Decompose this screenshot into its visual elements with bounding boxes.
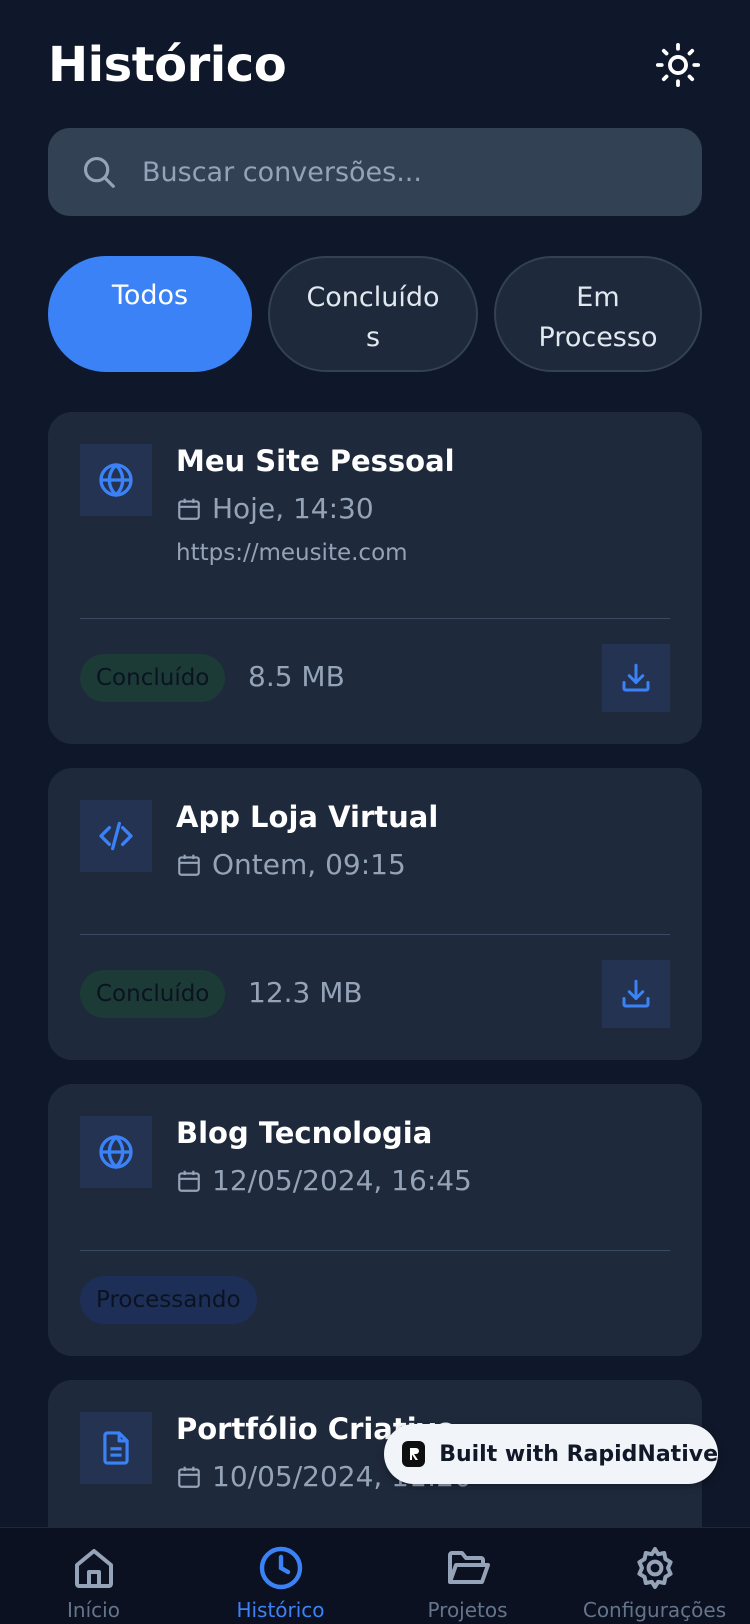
folder-icon: [447, 1551, 490, 1584]
history-card[interactable]: Meu Site Pessoal Hoje, 14:30 https://meu…: [48, 412, 702, 744]
filter-chip-label: Todos: [111, 280, 189, 311]
card-date-text: Ontem, 09:15: [212, 848, 406, 881]
status-badge: Concluído: [80, 970, 226, 1018]
filter-chips: Todos Concluído s Em Processo: [48, 256, 702, 372]
tab-label: Início: [67, 1598, 120, 1622]
built-with-text: Built with RapidNative: [439, 1441, 718, 1467]
home-icon: [74, 1549, 113, 1588]
bottom-tab-bar: Início Histórico Projetos Configurações: [0, 1527, 750, 1624]
gear-icon: [636, 1547, 673, 1589]
search-bar[interactable]: [48, 128, 702, 216]
tab-projetos[interactable]: Projetos: [374, 1528, 561, 1624]
card-date: Hoje, 14:30: [176, 492, 374, 525]
card-url: https://meusite.com: [176, 540, 408, 566]
tab-label: Histórico: [236, 1598, 325, 1622]
download-icon: [622, 663, 650, 692]
calendar-icon: [176, 1168, 202, 1194]
card-divider: [80, 934, 670, 935]
history-card[interactable]: Blog Tecnologia 12/05/2024, 16:45 Proces…: [48, 1084, 702, 1356]
clock-icon: [259, 1546, 302, 1590]
card-date: 12/05/2024, 16:45: [176, 1164, 472, 1197]
tab-historico[interactable]: Histórico: [187, 1528, 374, 1624]
card-title: Meu Site Pessoal: [176, 444, 455, 478]
document-icon: [103, 1431, 129, 1465]
calendar-icon: [176, 852, 202, 878]
code-icon: [99, 821, 133, 851]
filter-chip-concluidos[interactable]: Concluído s: [268, 256, 478, 372]
history-card[interactable]: App Loja Virtual Ontem, 09:15 Concluído …: [48, 768, 702, 1060]
status-badge: Processando: [80, 1276, 257, 1324]
calendar-icon: [176, 496, 202, 522]
calendar-icon: [176, 1464, 202, 1490]
tab-label: Configurações: [582, 1598, 727, 1622]
download-icon: [622, 979, 650, 1008]
globe-icon: [99, 1134, 133, 1170]
card-title: Blog Tecnologia: [176, 1116, 433, 1150]
card-icon-box: [80, 1412, 152, 1484]
search-input[interactable]: [142, 156, 622, 188]
globe-icon: [99, 462, 133, 498]
card-icon-box: [80, 1116, 152, 1188]
theme-toggle-button[interactable]: [654, 41, 702, 89]
header: Histórico: [48, 30, 702, 100]
download-button[interactable]: [602, 960, 670, 1028]
download-button[interactable]: [602, 644, 670, 712]
filter-chip-todos[interactable]: Todos: [48, 256, 252, 372]
card-date-text: Hoje, 14:30: [212, 492, 374, 525]
file-size: 12.3 MB: [248, 976, 363, 1009]
card-divider: [80, 1250, 670, 1251]
filter-chip-label: Em Processo: [538, 282, 658, 353]
file-size: 8.5 MB: [248, 660, 345, 693]
card-date-text: 12/05/2024, 16:45: [212, 1164, 472, 1197]
card-icon-box: [80, 444, 152, 516]
search-icon: [80, 152, 120, 192]
card-divider: [80, 618, 670, 619]
built-with-badge[interactable]: Built with RapidNative: [384, 1424, 718, 1484]
page-title: Histórico: [48, 37, 287, 93]
rapidnative-logo-icon: [402, 1441, 426, 1467]
filter-chip-label: Concluído s: [306, 282, 440, 353]
tab-configuracoes[interactable]: Configurações: [561, 1528, 748, 1624]
card-icon-box: [80, 800, 152, 872]
tab-label: Projetos: [427, 1598, 508, 1622]
tab-inicio[interactable]: Início: [0, 1528, 187, 1624]
filter-chip-em-processo[interactable]: Em Processo: [494, 256, 702, 372]
sun-icon: [655, 42, 701, 88]
card-date: Ontem, 09:15: [176, 848, 406, 881]
status-badge: Concluído: [80, 654, 226, 702]
card-title: App Loja Virtual: [176, 800, 439, 834]
